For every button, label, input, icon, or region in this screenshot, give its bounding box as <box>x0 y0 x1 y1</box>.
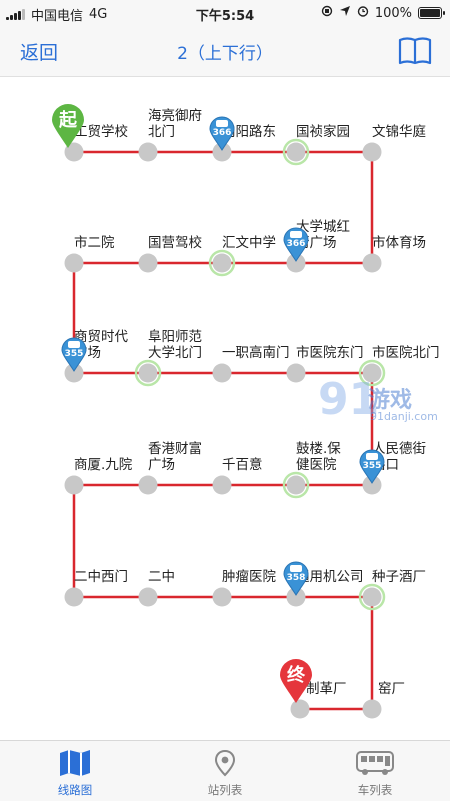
watermark-logo: 91 游戏 91danji.com <box>318 374 448 432</box>
stop-label: 香港财富广场 <box>148 440 202 473</box>
stop-label: 市医院北门 <box>372 344 440 361</box>
stop-label: 二中西门 <box>74 569 128 585</box>
bus-marker[interactable]: 355 <box>61 337 87 372</box>
tab-bar: 线路图 站列表 车列表 <box>0 740 450 801</box>
stop-dot[interactable] <box>286 363 306 383</box>
stop-label: 鼓楼.保健医院 <box>296 441 341 473</box>
stop-dot[interactable] <box>138 587 158 607</box>
stop-label: 国祯家园 <box>296 123 350 140</box>
stop-label: 阜阳师范大学北门 <box>148 328 202 361</box>
stop-label: 千百意 <box>222 456 263 473</box>
bus-number: 366 <box>287 239 306 249</box>
tab-label: 站列表 <box>207 783 243 797</box>
start-label: 起 <box>58 109 78 131</box>
bus-icon <box>68 341 80 348</box>
bus-icon <box>366 453 378 460</box>
bus-marker[interactable]: 355 <box>359 449 385 484</box>
stop-dot[interactable] <box>212 253 232 273</box>
tab-stop-list[interactable]: 站列表 <box>150 741 300 801</box>
stop-dot[interactable] <box>212 475 232 495</box>
tab-label: 车列表 <box>357 783 393 797</box>
bus-marker[interactable]: 358 <box>283 561 309 596</box>
stop-label: 制革厂 <box>306 681 347 697</box>
stop-dot[interactable] <box>286 475 306 495</box>
location-arrow-icon <box>339 5 351 21</box>
stop-dot[interactable] <box>362 253 382 273</box>
stop-dot[interactable] <box>64 475 84 495</box>
stop-dot[interactable] <box>362 699 382 719</box>
stop-dot[interactable] <box>138 142 158 162</box>
watermark-url: 91danji.com <box>370 410 438 423</box>
navigation-bar: 返回 2（上下行） <box>0 26 450 77</box>
stop-label: 汇文中学 <box>222 235 276 251</box>
stop-dot[interactable] <box>362 142 382 162</box>
stop-label: 二中 <box>148 569 175 585</box>
map-icon <box>0 749 150 777</box>
bus-icon <box>300 749 450 777</box>
location-pin-icon <box>150 749 300 777</box>
battery-icon <box>418 7 445 19</box>
stop-label: 文锦华庭 <box>372 123 426 140</box>
stop-label: 海亮御府北门 <box>148 107 202 140</box>
alarm-icon <box>357 5 369 21</box>
stop-dot[interactable] <box>138 253 158 273</box>
stop-label: 国营驾校 <box>148 234 202 251</box>
stop-dot[interactable] <box>290 699 310 719</box>
stop-dot[interactable] <box>138 363 158 383</box>
stop-label: 市体育场 <box>372 234 426 251</box>
tab-route-map[interactable]: 线路图 <box>0 741 150 801</box>
stop-label: 市二院 <box>74 234 115 251</box>
stop-dot[interactable] <box>212 363 232 383</box>
stop-dot[interactable] <box>138 475 158 495</box>
page-title: 2（上下行） <box>177 44 273 64</box>
stop-dot[interactable] <box>362 587 382 607</box>
stop-label: 窑厂 <box>378 680 405 697</box>
bus-number: 358 <box>287 573 306 583</box>
bus-icon <box>290 565 302 572</box>
bus-marker[interactable]: 366 <box>283 227 309 262</box>
book-icon[interactable] <box>398 36 432 70</box>
bus-icon <box>290 231 302 238</box>
stop-label: 市医院东门 <box>296 344 364 361</box>
screen-lock-icon <box>321 5 333 21</box>
bus-number: 355 <box>363 461 382 471</box>
stop-label: 种子酒厂 <box>372 569 426 585</box>
start-marker: 起 <box>52 104 84 148</box>
bus-icon <box>216 120 228 127</box>
stop-dot[interactable] <box>64 587 84 607</box>
bus-number: 355 <box>65 349 84 359</box>
stop-label: 商厦.九院 <box>74 457 133 473</box>
end-label: 终 <box>287 664 306 686</box>
stop-label: 肿瘤医院 <box>222 568 276 585</box>
status-bar: 中国电信 4G 下午5:54 100% <box>0 0 450 26</box>
stop-dot[interactable] <box>64 253 84 273</box>
stop-dot[interactable] <box>286 142 306 162</box>
tab-label: 线路图 <box>57 783 93 797</box>
bus-marker[interactable]: 366 <box>209 116 235 151</box>
battery-percent: 100% <box>374 5 412 21</box>
bus-number: 366 <box>213 128 232 138</box>
stop-label: 一职高南门 <box>222 344 290 361</box>
stop-dot[interactable] <box>212 587 232 607</box>
tab-bus-list[interactable]: 车列表 <box>300 741 450 801</box>
